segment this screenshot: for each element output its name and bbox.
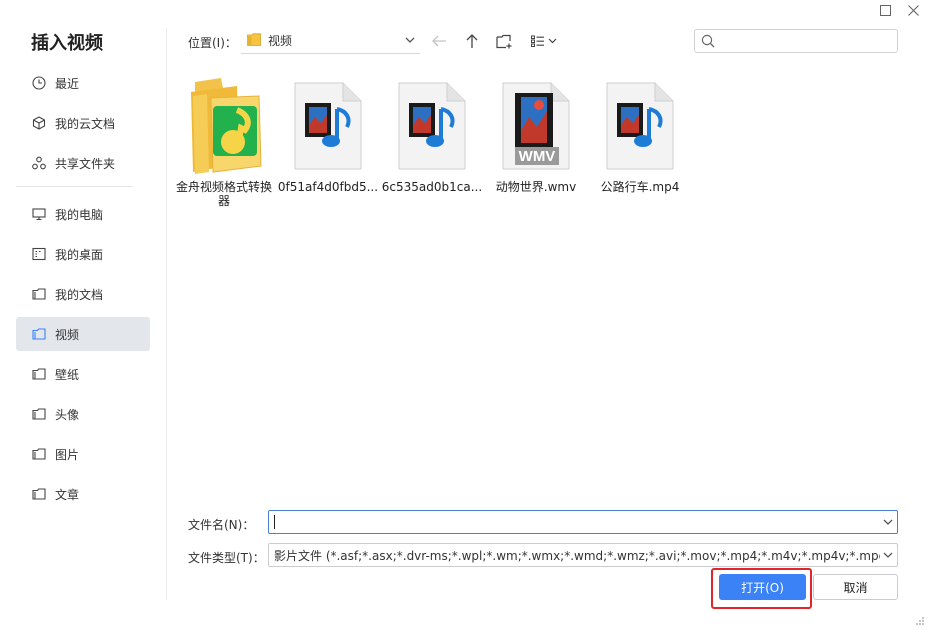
sidebar-item-label: 壁纸 [55,367,80,382]
sidebar-item-label: 我的电脑 [55,207,104,222]
filetype-label: 文件类型(T)： [188,551,265,565]
folder-icon [247,32,261,49]
video-file-icon [276,76,380,176]
sidebar-item-label: 最近 [55,76,80,91]
sidebar-item-my-desktop[interactable]: 我的桌面 [16,237,150,271]
file-item-folder[interactable]: 金舟视频格式转换器 [172,76,276,208]
desktop-icon [32,247,46,261]
sidebar-item-avatars[interactable]: 头像 [16,397,150,431]
sidebar-item-videos[interactable]: 视频 [16,317,150,351]
sidebar-item-label: 视频 [55,327,80,342]
location-label: 位置(I)： [188,36,237,50]
sidebar-item-my-documents[interactable]: 我的文档 [16,277,150,311]
sidebar-item-wallpapers[interactable]: 壁纸 [16,357,150,391]
maximize-icon [879,4,891,16]
cancel-button[interactable]: 取消 [813,574,898,600]
folder-app-icon [172,76,276,176]
folder-icon [32,407,46,421]
filename-label: 文件名(N)： [188,518,255,532]
chevron-down-icon[interactable] [882,516,894,531]
file-item-video[interactable]: 6c535ad0b1ca... [380,76,484,194]
new-folder-icon [496,34,512,48]
sidebar-item-pictures[interactable]: 图片 [16,437,150,471]
search-input[interactable] [694,29,898,53]
dialog-title: 插入视频 [31,33,103,54]
file-item-video[interactable]: 0f51af4d0fbd5... [276,76,380,194]
view-mode-button[interactable] [530,32,560,50]
wmv-badge: WMV [519,148,556,165]
list-view-icon [531,35,557,47]
search-icon [701,34,715,51]
sidebar-item-label: 头像 [55,407,80,422]
share-icon [32,156,46,170]
filename-input[interactable] [268,510,898,534]
file-name: 0f51af4d0fbd5... [277,180,379,194]
new-folder-button[interactable] [495,32,513,50]
close-icon [907,4,919,16]
chevron-down-icon [882,549,894,564]
arrow-left-icon [432,35,446,47]
open-button[interactable]: 打开(O) [719,574,806,600]
video-file-icon [380,76,484,176]
sidebar-item-label: 我的文档 [55,287,104,302]
folder-icon [32,287,46,301]
back-button[interactable] [430,32,448,50]
filetype-value: 影片文件 (*.asf;*.asx;*.dvr-ms;*.wpl;*.wm;*.… [274,548,880,563]
filetype-select[interactable]: 影片文件 (*.asf;*.asx;*.dvr-ms;*.wpl;*.wm;*.… [268,543,898,567]
file-name: 金舟视频格式转换器 [175,180,272,208]
sidebar-item-shared-folder[interactable]: 共享文件夹 [16,146,150,180]
sidebar-separator [166,28,167,600]
sidebar-item-my-computer[interactable]: 我的电脑 [16,197,150,231]
text-caret [274,515,275,529]
sidebar-item-articles[interactable]: 文章 [16,477,150,511]
folder-icon [32,327,46,341]
sidebar-item-label: 图片 [55,447,80,462]
folder-icon [32,487,46,501]
sidebar: 最近 我的云文档 共享文件夹 我的电脑 我的桌面 我的文档 视频 壁纸 头像 图… [16,66,150,517]
location-dropdown[interactable]: 视频 [241,28,420,54]
sidebar-item-cloud-docs[interactable]: 我的云文档 [16,106,150,140]
file-name: 6c535ad0b1ca... [381,180,483,194]
arrow-up-icon [466,34,478,48]
sidebar-item-label: 我的云文档 [55,116,116,131]
video-file-icon [588,76,692,176]
file-item-wmv[interactable]: WMV 动物世界.wmv [484,76,588,194]
clock-icon [32,76,46,90]
sidebar-item-label: 文章 [55,487,80,502]
file-item-video[interactable]: 公路行车.mp4 [588,76,692,194]
resize-grip-icon[interactable] [915,615,925,629]
folder-icon [32,447,46,461]
cube-icon [32,116,46,130]
file-name: 动物世界.wmv [495,180,577,194]
sidebar-divider [16,186,133,187]
maximize-button[interactable] [875,2,895,18]
wmv-file-icon: WMV [484,76,588,176]
close-button[interactable] [903,2,923,18]
up-button[interactable] [463,32,481,50]
sidebar-item-label: 共享文件夹 [55,156,116,171]
location-value: 视频 [268,34,293,48]
sidebar-item-label: 我的桌面 [55,247,104,262]
chevron-down-icon [404,34,416,49]
folder-icon [32,367,46,381]
sidebar-item-recent[interactable]: 最近 [16,66,150,100]
file-name: 公路行车.mp4 [600,180,680,194]
monitor-icon [32,207,46,221]
